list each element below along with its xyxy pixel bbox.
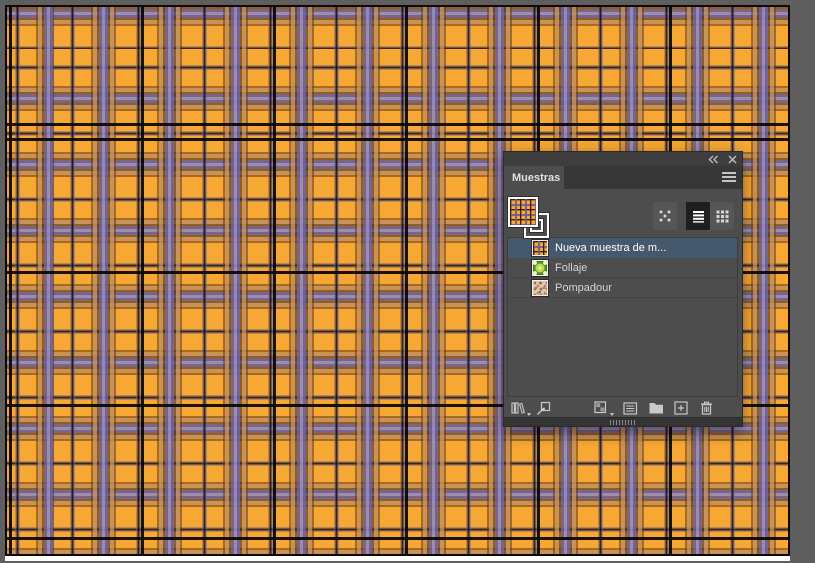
swatches-panel: Muestras xyxy=(503,151,743,427)
panel-footer xyxy=(504,417,742,426)
plaid-swatch-thumbnail xyxy=(532,240,548,256)
libraries-icon xyxy=(511,401,526,415)
collapse-panel-icon[interactable] xyxy=(707,153,719,165)
new-color-group-button[interactable] xyxy=(647,399,665,417)
panel-menu-icon[interactable] xyxy=(722,172,736,183)
swatch-label: Nueva muestra de m... xyxy=(555,242,666,254)
view-controls xyxy=(653,202,734,230)
swatch-libraries-menu-button[interactable] xyxy=(509,399,527,417)
add-swatch-to-library-icon xyxy=(536,401,551,416)
panel-title: Muestras xyxy=(512,172,560,184)
trash-icon xyxy=(700,401,713,415)
pompadour-swatch-thumbnail xyxy=(532,280,548,296)
artboard-bottom-edge xyxy=(5,556,790,561)
delete-swatch-button[interactable] xyxy=(697,399,715,417)
panel-resize-grip[interactable] xyxy=(610,420,636,425)
list-view-icon xyxy=(692,210,705,223)
swatch-kinds-icon xyxy=(594,401,608,415)
swatch-row-pompadour[interactable]: Pompadour xyxy=(508,278,737,298)
swatches-toolbar xyxy=(504,399,742,417)
swatch-row-nueva-muestra[interactable]: Nueva muestra de m... xyxy=(508,238,737,258)
panel-tab-row: Muestras xyxy=(504,166,742,189)
folder-icon xyxy=(649,402,664,414)
swatch-label: Follaje xyxy=(555,262,587,274)
new-swatch-button[interactable] xyxy=(672,399,690,417)
dots-icon xyxy=(658,209,672,223)
panel-titlebar[interactable] xyxy=(504,152,742,166)
swatch-options-button[interactable] xyxy=(621,399,639,417)
list-view-button[interactable] xyxy=(686,202,710,230)
add-to-library-button[interactable] xyxy=(534,399,552,417)
close-icon[interactable] xyxy=(726,153,738,165)
foliage-swatch-thumbnail xyxy=(532,260,548,276)
caret-down-icon xyxy=(527,413,531,416)
tab-muestras[interactable]: Muestras xyxy=(504,166,564,189)
swatch-list: Nueva muestra de m... Follaje Pompadour xyxy=(507,237,738,397)
swatch-row-follaje[interactable]: Follaje xyxy=(508,258,737,278)
fill-proxy-swatch[interactable] xyxy=(508,197,538,227)
application-window: Muestras xyxy=(0,0,815,563)
swatch-label: Pompadour xyxy=(555,282,612,294)
plus-square-icon xyxy=(674,401,688,415)
swatch-bounds-button[interactable] xyxy=(653,202,677,230)
grid-view-button[interactable] xyxy=(710,202,734,230)
caret-down-icon xyxy=(610,413,614,416)
options-list-icon xyxy=(623,402,638,415)
swatch-kinds-menu-button[interactable] xyxy=(592,399,610,417)
grid-view-icon xyxy=(716,210,729,223)
